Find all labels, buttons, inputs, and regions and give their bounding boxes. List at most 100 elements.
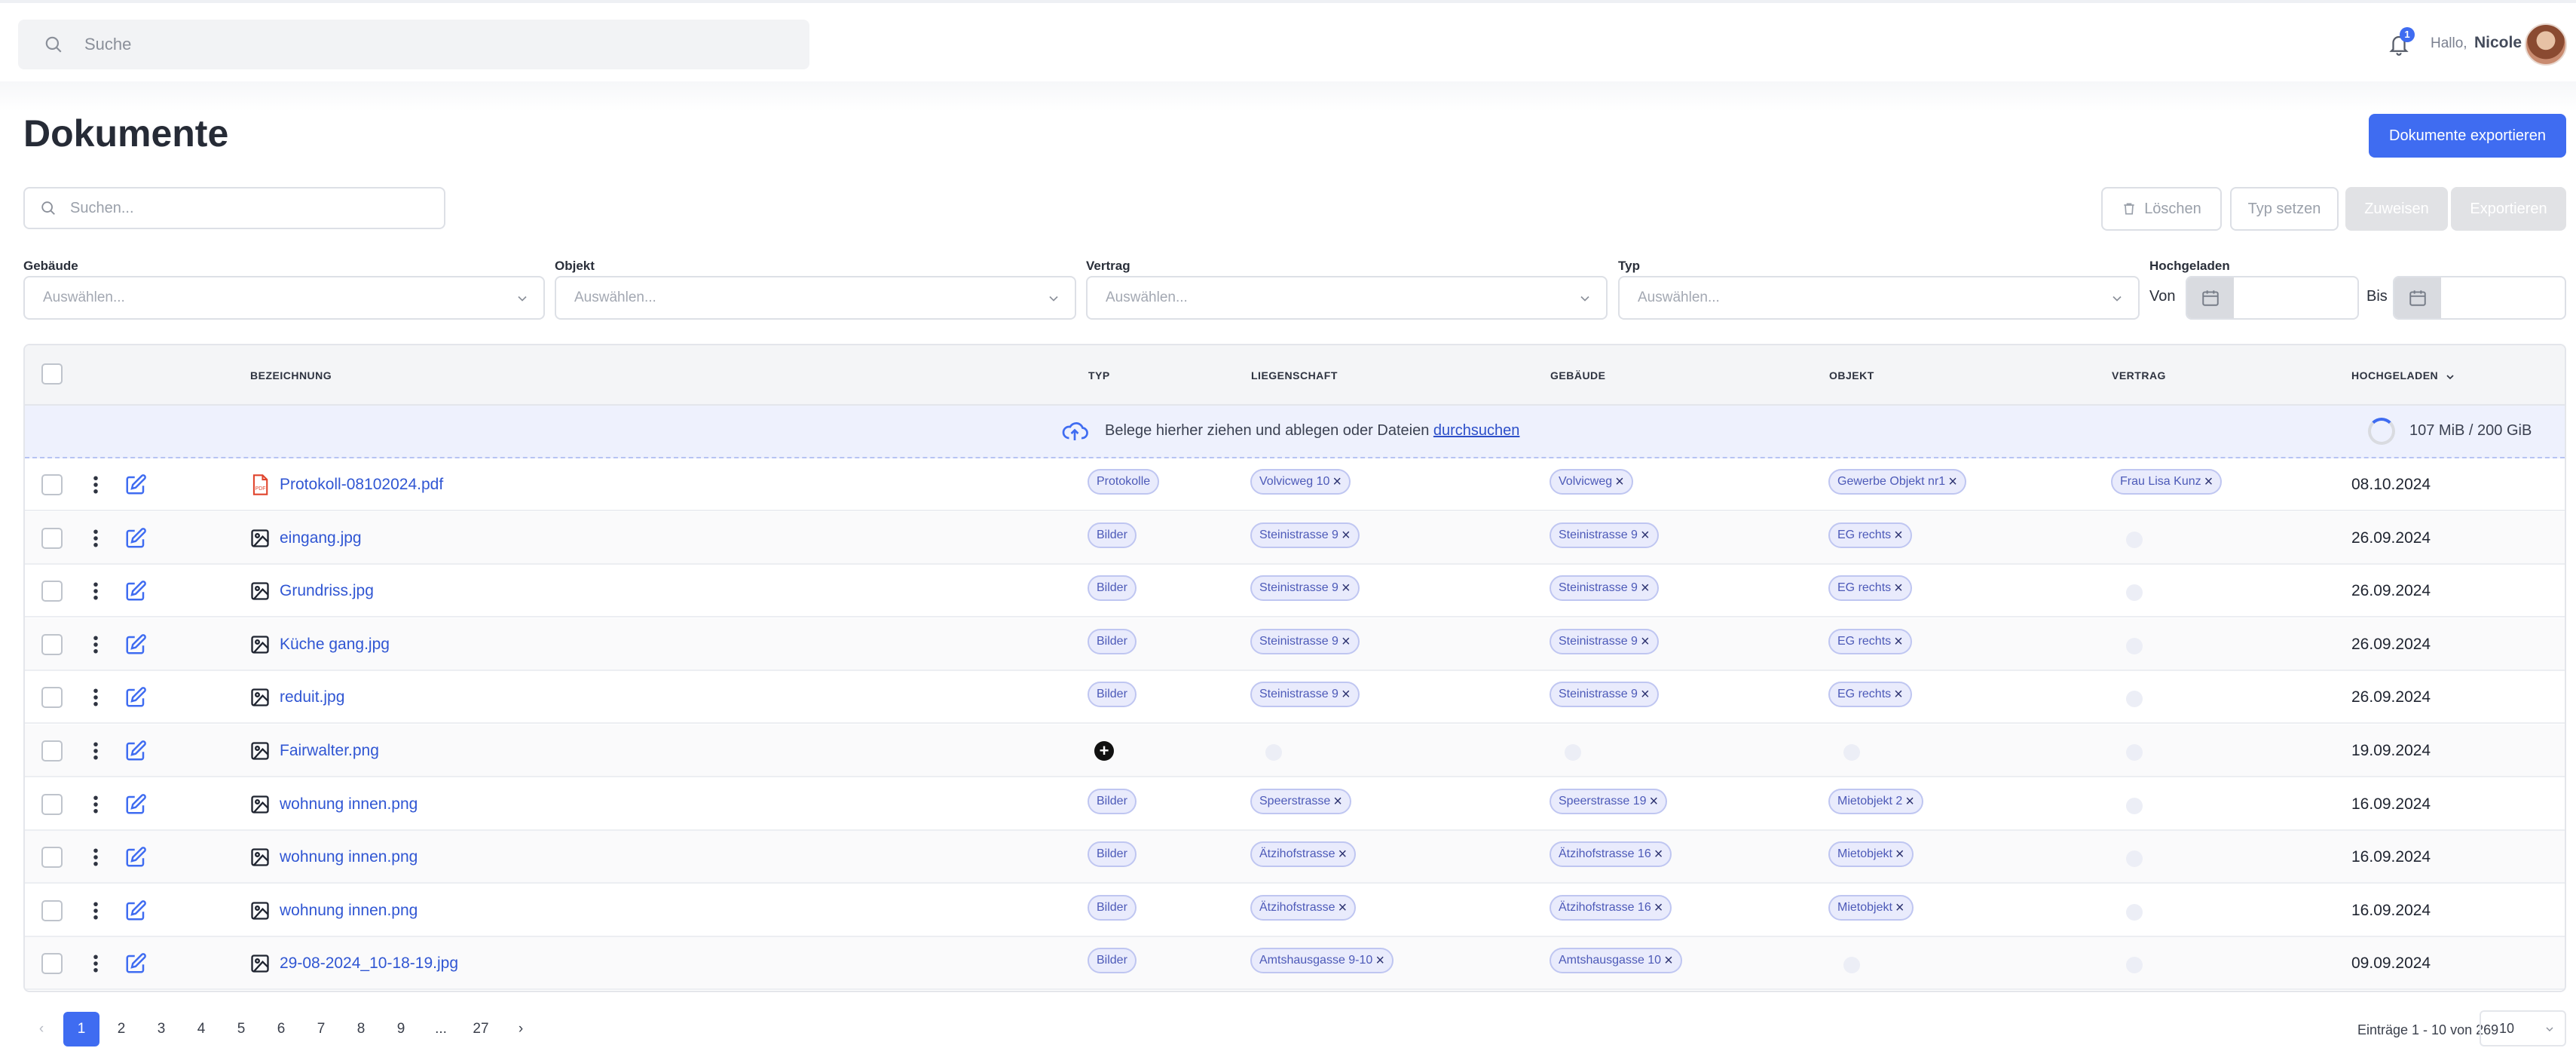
file-name-link[interactable]: Protokoll-08102024.pdf <box>280 476 443 494</box>
page-button[interactable]: 5 <box>223 1012 259 1046</box>
document-search-input[interactable]: Suchen... <box>23 187 445 229</box>
table-row[interactable]: PDF Protokoll-08102024.pdf Protokolle Volvi… <box>25 458 2565 511</box>
notifications-button[interactable]: 1 <box>2388 27 2415 57</box>
add-contract-icon[interactable] <box>2126 744 2143 761</box>
more-vertical-icon[interactable] <box>88 793 103 816</box>
remove-icon[interactable]: × <box>1664 953 1673 968</box>
more-vertical-icon[interactable] <box>88 527 103 550</box>
file-name-link[interactable]: 29-08-2024_10-18-19.jpg <box>280 955 458 973</box>
add-contract-icon[interactable] <box>2126 903 2143 921</box>
remove-icon[interactable]: × <box>1641 581 1650 596</box>
remove-icon[interactable]: × <box>1342 634 1351 649</box>
more-vertical-icon[interactable] <box>88 633 103 656</box>
file-name-link[interactable]: wohnung innen.png <box>280 848 418 866</box>
file-name-link[interactable]: wohnung innen.png <box>280 795 418 814</box>
table-row[interactable]: 29-08-2024_10-18-19.jpg Bilder Amtshausgas… <box>25 937 2565 991</box>
remove-icon[interactable]: × <box>1894 634 1903 649</box>
add-contract-icon[interactable] <box>2126 957 2143 974</box>
page-button[interactable]: 7 <box>303 1012 339 1046</box>
building-chip[interactable]: Volvicweg × <box>1550 469 1633 495</box>
page-button[interactable]: 9 <box>383 1012 419 1046</box>
row-checkbox[interactable] <box>41 793 63 815</box>
row-checkbox[interactable] <box>41 527 63 549</box>
property-chip[interactable]: Steinistrasse 9 × <box>1250 522 1360 548</box>
type-chip[interactable]: Bilder <box>1088 682 1137 708</box>
column-header-name[interactable]: BEZEICHNUNG <box>250 369 332 382</box>
edit-icon[interactable] <box>124 846 147 869</box>
object-chip[interactable]: EG rechts × <box>1828 682 1912 708</box>
column-header-building[interactable]: GEBÄUDE <box>1550 369 1606 382</box>
file-name-link[interactable]: wohnung innen.png <box>280 902 418 920</box>
add-object-icon[interactable] <box>1843 957 1860 974</box>
remove-icon[interactable]: × <box>1342 581 1351 596</box>
next-page-button[interactable]: › <box>503 1012 539 1046</box>
table-row[interactable]: eingang.jpg Bilder Steinistrasse 9 × Steinis… <box>25 511 2565 565</box>
add-contract-icon[interactable] <box>2126 584 2143 602</box>
building-chip[interactable]: Ätzihofstrasse 16 × <box>1550 841 1672 868</box>
remove-icon[interactable]: × <box>1895 900 1904 915</box>
edit-icon[interactable] <box>124 527 147 550</box>
remove-icon[interactable]: × <box>1641 528 1650 543</box>
contract-chip[interactable]: Frau Lisa Kunz × <box>2111 469 2223 495</box>
table-row[interactable]: reduit.jpg Bilder Steinistrasse 9 × Steinist… <box>25 671 2565 725</box>
type-chip[interactable]: Bilder <box>1088 788 1137 814</box>
page-button[interactable]: 8 <box>343 1012 379 1046</box>
edit-icon[interactable] <box>124 580 147 602</box>
object-chip[interactable]: Gewerbe Objekt nr1 × <box>1828 469 1966 495</box>
row-checkbox[interactable] <box>41 899 63 921</box>
more-vertical-icon[interactable] <box>88 686 103 709</box>
remove-icon[interactable]: × <box>1375 953 1384 968</box>
property-chip[interactable]: Speerstrasse × <box>1250 788 1351 814</box>
type-chip[interactable]: Bilder <box>1088 894 1137 921</box>
property-chip[interactable]: Ätzihofstrasse × <box>1250 894 1357 921</box>
column-header-object[interactable]: OBJEKT <box>1829 369 1874 382</box>
edit-icon[interactable] <box>124 952 147 975</box>
table-row[interactable]: Fairwalter.png +19.09.2024 <box>25 725 2565 777</box>
row-checkbox[interactable] <box>41 581 63 602</box>
file-name-link[interactable]: Küche gang.jpg <box>280 636 390 654</box>
remove-icon[interactable]: × <box>1895 847 1904 862</box>
page-button[interactable]: 3 <box>143 1012 179 1046</box>
column-header-property[interactable]: LIEGENSCHAFT <box>1251 369 1338 382</box>
property-chip[interactable]: Steinistrasse 9 × <box>1250 575 1360 602</box>
object-chip[interactable]: Mietobjekt × <box>1828 894 1914 921</box>
building-chip[interactable]: Steinistrasse 9 × <box>1550 628 1659 654</box>
remove-icon[interactable]: × <box>1615 474 1624 489</box>
row-checkbox[interactable] <box>41 847 63 869</box>
set-type-button[interactable]: Typ setzen <box>2230 187 2339 231</box>
add-contract-icon[interactable] <box>2126 797 2143 814</box>
building-chip[interactable]: Steinistrasse 9 × <box>1550 522 1659 548</box>
add-building-icon[interactable] <box>1565 744 1581 761</box>
edit-icon[interactable] <box>124 899 147 922</box>
object-chip[interactable]: EG rechts × <box>1828 628 1912 654</box>
edit-icon[interactable] <box>124 633 147 656</box>
row-checkbox[interactable] <box>41 740 63 761</box>
more-vertical-icon[interactable] <box>88 473 103 496</box>
file-name-link[interactable]: Grundriss.jpg <box>280 582 374 600</box>
select-all-checkbox[interactable] <box>41 363 63 385</box>
add-contract-icon[interactable] <box>2126 691 2143 708</box>
building-chip[interactable]: Steinistrasse 9 × <box>1550 682 1659 708</box>
type-chip[interactable]: Protokolle <box>1088 469 1160 495</box>
remove-icon[interactable]: × <box>1894 528 1903 543</box>
remove-icon[interactable]: × <box>1894 581 1903 596</box>
property-chip[interactable]: Amtshausgasse 9-10 × <box>1250 948 1394 974</box>
remove-icon[interactable]: × <box>1650 794 1659 809</box>
column-header-type[interactable]: TYP <box>1088 369 1110 382</box>
file-name-link[interactable]: eingang.jpg <box>280 529 362 547</box>
building-chip[interactable]: Speerstrasse 19 × <box>1550 788 1668 814</box>
edit-icon[interactable] <box>124 793 147 816</box>
remove-icon[interactable]: × <box>1641 687 1650 702</box>
add-object-icon[interactable] <box>1843 744 1860 761</box>
object-chip[interactable]: Mietobjekt 2 × <box>1828 788 1923 814</box>
remove-icon[interactable]: × <box>2204 474 2213 489</box>
remove-icon[interactable]: × <box>1654 847 1663 862</box>
remove-icon[interactable]: × <box>1333 794 1342 809</box>
remove-icon[interactable]: × <box>1342 528 1351 543</box>
calendar-icon[interactable] <box>2394 277 2441 318</box>
page-button[interactable]: 6 <box>263 1012 299 1046</box>
type-chip[interactable]: Bilder <box>1088 522 1137 548</box>
filter-building-select[interactable]: Auswählen... <box>23 276 545 320</box>
remove-icon[interactable]: × <box>1338 847 1347 862</box>
table-row[interactable]: wohnung innen.png Bilder Ätzihofstrasse × Ät… <box>25 884 2565 937</box>
